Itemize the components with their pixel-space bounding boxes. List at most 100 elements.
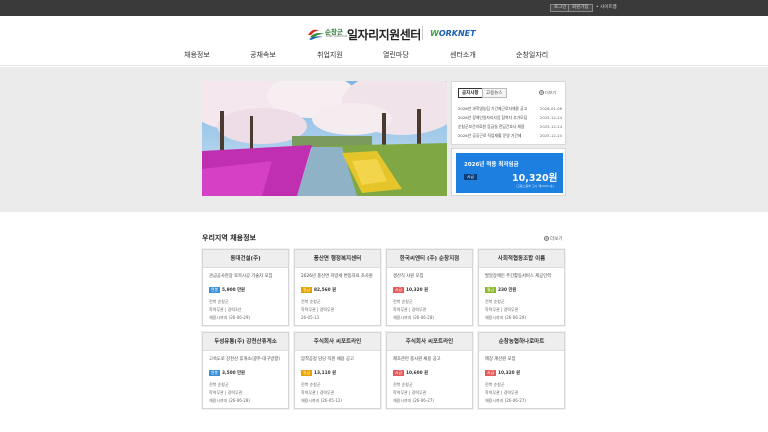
- job-wage: 시급 10,600 원: [393, 370, 429, 376]
- job-title: 압착공정 담당 직원 채용 공고: [301, 357, 354, 362]
- job-title: 제조관련 종사원 채용 공고: [393, 357, 441, 362]
- job-card[interactable]: 두성유통(주) 강천산휴게소 고속도로 강천산 휴게소(광주-대구방향) 연봉 3…: [202, 332, 289, 409]
- job-deadline: 채용시까지 (26-06-29): [209, 315, 250, 320]
- job-career: 학력무관 | 경력무관: [393, 390, 427, 395]
- job-card[interactable]: 동대건설(주) 관급공사현장 토목시공 기술자 모집 연봉 5,900 만원 전북…: [202, 249, 289, 326]
- job-deadline: 채용시까지 (26-06-27): [393, 398, 434, 403]
- job-location: 전북 순창군: [485, 382, 505, 387]
- nav-public-recruit[interactable]: 공채속보: [250, 50, 276, 60]
- notice-item[interactable]: 2026년 과학영농팀 기간제근로자채용 공고 2026-01-06: [458, 106, 562, 114]
- job-location: 전북 순창군: [209, 382, 229, 387]
- tab-employment-news[interactable]: 고용뉴스: [482, 88, 507, 98]
- job-career: 학력무관 | 경력무관: [301, 307, 335, 312]
- job-location: 전북 순창군: [393, 299, 413, 304]
- job-company: 주식회사 씨포트라인: [387, 333, 472, 351]
- job-company: 풍산면 행정복지센터: [295, 250, 380, 268]
- wage-type-badge: 일급: [301, 370, 312, 376]
- job-title: 2026년 풍산면 지방세 변동자료 조사원: [301, 274, 373, 279]
- top-utility-bar: 로그인 회원가입 • 사이트맵: [0, 0, 768, 16]
- job-title: 매장 계산원 모집: [485, 357, 516, 362]
- nav-sunchang-jobs[interactable]: 순창일자리: [516, 50, 548, 60]
- cherry-blossom-landscape-image: [202, 81, 447, 196]
- hourly-badge: 시급: [464, 174, 477, 180]
- nav-open-forum[interactable]: 열린마당: [383, 50, 409, 60]
- join-link[interactable]: 회원가입: [568, 4, 593, 12]
- job-location: 전북 순창군: [209, 299, 229, 304]
- notice-item[interactable]: 순창군보건의료원 응급실 전담간호사 채용 2025-12-24: [458, 124, 562, 132]
- job-deadline: 채용시까지 (26-06-29): [485, 315, 526, 320]
- sitemap-link[interactable]: • 사이트맵: [596, 4, 617, 12]
- job-company: 주식회사 씨포트라인: [295, 333, 380, 351]
- job-title: 발달장애인 주간활동서비스 제공인력: [485, 274, 551, 279]
- job-company: 동대건설(주): [203, 250, 288, 268]
- notice-item[interactable]: 2026년 공공근로 직업재활 운영 기간제 2025-12-24: [458, 133, 562, 141]
- wage-type-badge: 시급: [393, 370, 404, 376]
- minimum-wage-title: 2026년 적용 최저임금: [464, 162, 519, 168]
- worknet-logo[interactable]: WORKNET: [430, 29, 476, 38]
- wage-type-badge: 월급: [485, 287, 496, 293]
- job-career: 학력무관 | 경력무관: [485, 390, 519, 395]
- job-wage: 월급 230 만원: [485, 287, 517, 293]
- plus-icon: +: [539, 90, 544, 95]
- nav-jobs[interactable]: 채용정보: [184, 50, 210, 60]
- job-deadline: 채용시까지 (26-06-28): [209, 398, 250, 403]
- job-deadline: 채용시까지 (26-06-27): [485, 398, 526, 403]
- job-card[interactable]: 주식회사 씨포트라인 제조관련 종사원 채용 공고 시급 10,600 원 전북 …: [386, 332, 473, 409]
- job-card[interactable]: 순창농협하나로마트 매장 계산원 모집 시급 10,320 원 전북 순창군 학력…: [478, 332, 565, 409]
- notice-more-link[interactable]: + 더보기: [539, 90, 556, 96]
- job-location: 전북 순창군: [301, 299, 321, 304]
- section-title: 우리지역 채용정보: [202, 234, 256, 242]
- wage-type-badge: 시급: [485, 370, 496, 376]
- job-title: 관급공사현장 토목시공 기술자 모집: [209, 274, 273, 279]
- plus-icon: +: [544, 236, 549, 241]
- job-wage: 시급 10,320 원: [485, 370, 521, 376]
- wage-type-badge: 시급: [393, 287, 404, 293]
- wage-type-badge: 일급: [301, 287, 312, 293]
- job-wage: 연봉 3,500 만원: [209, 370, 245, 376]
- job-location: 전북 순창군: [393, 382, 413, 387]
- job-company: 순창농협하나로마트: [479, 333, 564, 351]
- job-wage: 시급 10,320 원: [393, 287, 429, 293]
- job-card[interactable]: 풍산면 행정복지센터 2026년 풍산면 지방세 변동자료 조사원 일급 82,5…: [294, 249, 381, 326]
- job-company: 사회적협동조합 이룸: [479, 250, 564, 268]
- job-career: 학력무관 | 경력무관: [209, 390, 243, 395]
- job-title: 생산직 사원 모집: [393, 274, 424, 279]
- job-card[interactable]: 사회적협동조합 이룸 발달장애인 주간활동서비스 제공인력 월급 230 만원 전…: [478, 249, 565, 326]
- job-career: 학력무관 | 경력무관: [485, 307, 519, 312]
- job-company: 두성유통(주) 강천산휴게소: [203, 333, 288, 351]
- job-company: 한국씨엔티 (주) 순창지점: [387, 250, 472, 268]
- job-deadline: 26-05-13: [301, 315, 320, 320]
- minimum-wage-panel: 2026년 적용 최저임금 시급 10,320원 (고용노동부 고시 제2025…: [456, 153, 563, 193]
- main-nav: 채용정보 공채속보 취업지원 열린마당 센터소개 순창일자리: [0, 50, 768, 62]
- nav-center-intro[interactable]: 센터소개: [450, 50, 476, 60]
- job-career: 학력무관 | 경력무관: [301, 390, 335, 395]
- wage-type-badge: 연봉: [209, 287, 220, 293]
- nav-employment-support[interactable]: 취업지원: [317, 50, 343, 60]
- tab-notice[interactable]: 공지사항: [458, 88, 483, 98]
- wage-type-badge: 연봉: [209, 370, 220, 376]
- job-location: 전북 순창군: [485, 299, 505, 304]
- notice-item[interactable]: 2026년 장애인일자리사업 참여자 추가모집 2025-12-24: [458, 115, 562, 123]
- minimum-wage-amount: 10,320원: [512, 173, 558, 184]
- job-wage: 일급 82,560 원: [301, 287, 337, 293]
- job-card[interactable]: 주식회사 씨포트라인 압착공정 담당 직원 채용 공고 일급 13,110 원 전…: [294, 332, 381, 409]
- job-wage: 연봉 5,900 만원: [209, 287, 245, 293]
- site-header: 순창군 SUNCHANG-GUN 일자리지원센터 WORKNET 채용정보 공채…: [0, 16, 768, 66]
- job-title: 고속도로 강천산 휴게소(광주-대구방향): [209, 357, 280, 362]
- county-logo-icon[interactable]: [307, 26, 325, 40]
- job-deadline: 채용시까지 (26-05-12): [301, 398, 342, 403]
- job-deadline: 채용시까지 (26-06-28): [393, 315, 434, 320]
- minimum-wage-note: (고용노동부 고시 제2025-호): [516, 184, 554, 188]
- notice-panel: 공지사항 고용뉴스 + 더보기 2026년 과학영농팀 기간제근로자채용 공고 2…: [451, 81, 566, 145]
- job-location: 전북 순창군: [301, 382, 321, 387]
- job-career: 학력무관 | 경력무관: [393, 307, 427, 312]
- job-card[interactable]: 한국씨엔티 (주) 순창지점 생산직 사원 모집 시급 10,320 원 전북 순…: [386, 249, 473, 326]
- job-wage: 일급 13,110 원: [301, 370, 337, 376]
- jobs-more-link[interactable]: + 더보기: [544, 236, 562, 242]
- hero-photo: [202, 81, 447, 196]
- job-career: 학력무관 | 경력3년: [209, 307, 242, 312]
- site-title[interactable]: 일자리지원센터: [347, 26, 421, 43]
- logo-divider: [422, 26, 423, 40]
- county-name-en: SUNCHANG-GUN: [326, 35, 348, 38]
- minimum-wage-banner[interactable]: 2026년 적용 최저임금 시급 10,320원 (고용노동부 고시 제2025…: [451, 148, 566, 196]
